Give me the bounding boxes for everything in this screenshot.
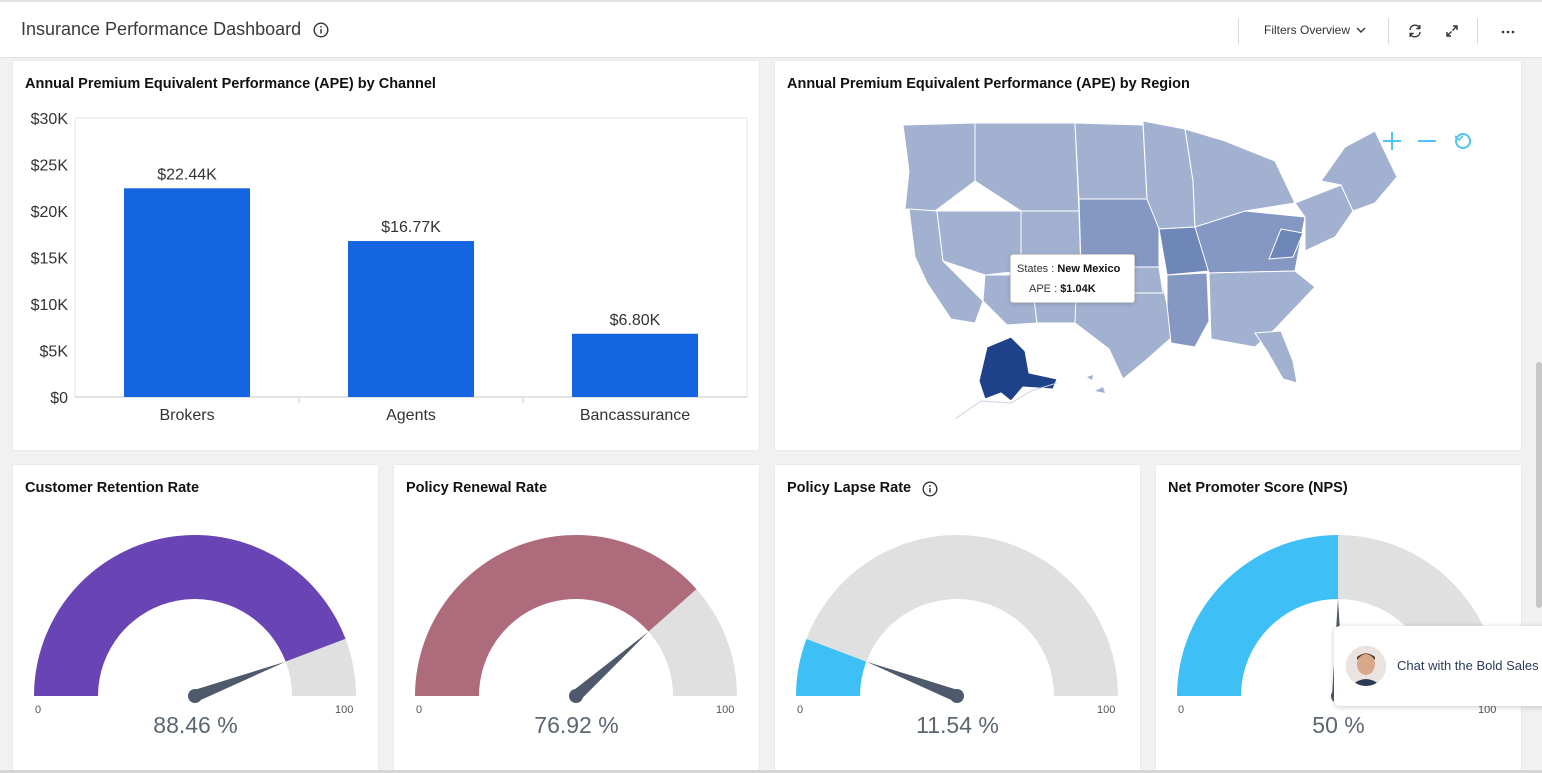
y-tick-label: $20K (31, 204, 69, 221)
ape-channel-bar-chart: $0 $5K $10K $15K $20K $25K $30K $22.44K Brokers $… (31, 111, 748, 424)
gauge-value: 88.46 % (153, 712, 238, 738)
state-hawaii[interactable] (1087, 375, 1105, 393)
state-dakotas[interactable] (1074, 122, 1148, 202)
refresh-icon[interactable] (1407, 23, 1423, 39)
gauge-value: 50 % (1312, 712, 1365, 738)
chevron-down-icon (1356, 27, 1366, 33)
gauge-needle-hub (188, 689, 202, 703)
data-label: $16.77K (381, 219, 441, 236)
dashboard-header: Insurance Performance Dashboard Filters … (0, 0, 1542, 58)
state-northwest[interactable] (902, 122, 976, 212)
chat-popup[interactable]: Chat with the Bold Sales (1334, 626, 1542, 706)
ape-region-card: Annual Premium Equivalent Performance (A… (775, 61, 1521, 450)
gauge-card-nps: Net Promoter Score (NPS) 0 100 50 % (1156, 465, 1521, 770)
data-label: $6.80K (610, 312, 661, 329)
gauge-needle (866, 661, 960, 702)
us-states-layer[interactable] (902, 120, 1398, 384)
gauge-value: 11.54 % (916, 712, 999, 738)
map-tooltip: States : New Mexico APE : $1.04K (1010, 254, 1135, 303)
data-label: $22.44K (157, 166, 217, 183)
tooltip-ape-label: APE : (1029, 283, 1058, 295)
state-alaska[interactable] (978, 336, 1058, 402)
gauge-card-policy-renewal: Policy Renewal Rate 0 100 76.92 % (394, 465, 759, 770)
zoom-in-icon[interactable] (1383, 132, 1401, 150)
state-florida[interactable] (1254, 330, 1298, 384)
gauge-value-arc (415, 535, 697, 696)
x-tick-label: Bancassurance (580, 407, 690, 424)
gauge-card-customer-retention: Customer Retention Rate 0 100 88.46 % (13, 465, 378, 770)
x-tick-label: Brokers (159, 407, 214, 424)
header-divider (1477, 18, 1478, 44)
bar-brokers[interactable] (124, 188, 250, 397)
agent-avatar (1346, 646, 1386, 686)
reset-icon[interactable] (1454, 133, 1471, 149)
tooltip-states-label: States : (1017, 263, 1055, 275)
y-tick-label: $10K (31, 297, 69, 314)
gauge-needle-hub (950, 689, 964, 703)
chat-message: Chat with the Bold Sales (1397, 658, 1539, 673)
gauge-value: 76.92 % (534, 712, 619, 738)
state-nevada-utah[interactable] (936, 210, 1022, 276)
filters-overview-button[interactable]: Filters Overview (1264, 23, 1366, 37)
state-arkansas-louisiana[interactable] (1166, 272, 1210, 348)
state-montana-wyoming[interactable] (974, 122, 1080, 212)
y-tick-label: $0 (50, 390, 68, 407)
gauge-needle (192, 661, 286, 702)
header-divider (1388, 18, 1389, 44)
y-tick-label: $30K (31, 111, 69, 128)
expand-icon[interactable] (1444, 23, 1460, 39)
filters-overview-label: Filters Overview (1264, 23, 1351, 37)
us-map[interactable] (775, 61, 1521, 450)
bar-agents[interactable] (348, 241, 474, 397)
gauge-needle (572, 631, 649, 701)
y-tick-label: $5K (40, 344, 69, 361)
y-tick-label: $25K (31, 158, 69, 175)
gauge-value-arc (1177, 535, 1338, 696)
y-tick-label: $15K (31, 251, 69, 268)
ape-channel-card: Annual Premium Equivalent Performance (A… (13, 61, 759, 450)
gauge-card-policy-lapse: Policy Lapse Rate 0 100 11.54 % (775, 465, 1140, 770)
map-zoom-controls (1383, 132, 1471, 150)
tooltip-states-value: New Mexico (1057, 263, 1121, 275)
bar-bancassurance[interactable] (572, 333, 698, 397)
dashboard-title: Insurance Performance Dashboard (21, 19, 302, 39)
more-icon[interactable] (1500, 23, 1516, 39)
info-icon[interactable] (313, 22, 329, 38)
x-tick-label: Agents (386, 407, 436, 424)
vertical-scrollbar[interactable] (1536, 362, 1542, 608)
gauge-needle-hub (569, 689, 583, 703)
tooltip-ape-value: $1.04K (1060, 283, 1096, 295)
header-divider (1238, 18, 1239, 44)
